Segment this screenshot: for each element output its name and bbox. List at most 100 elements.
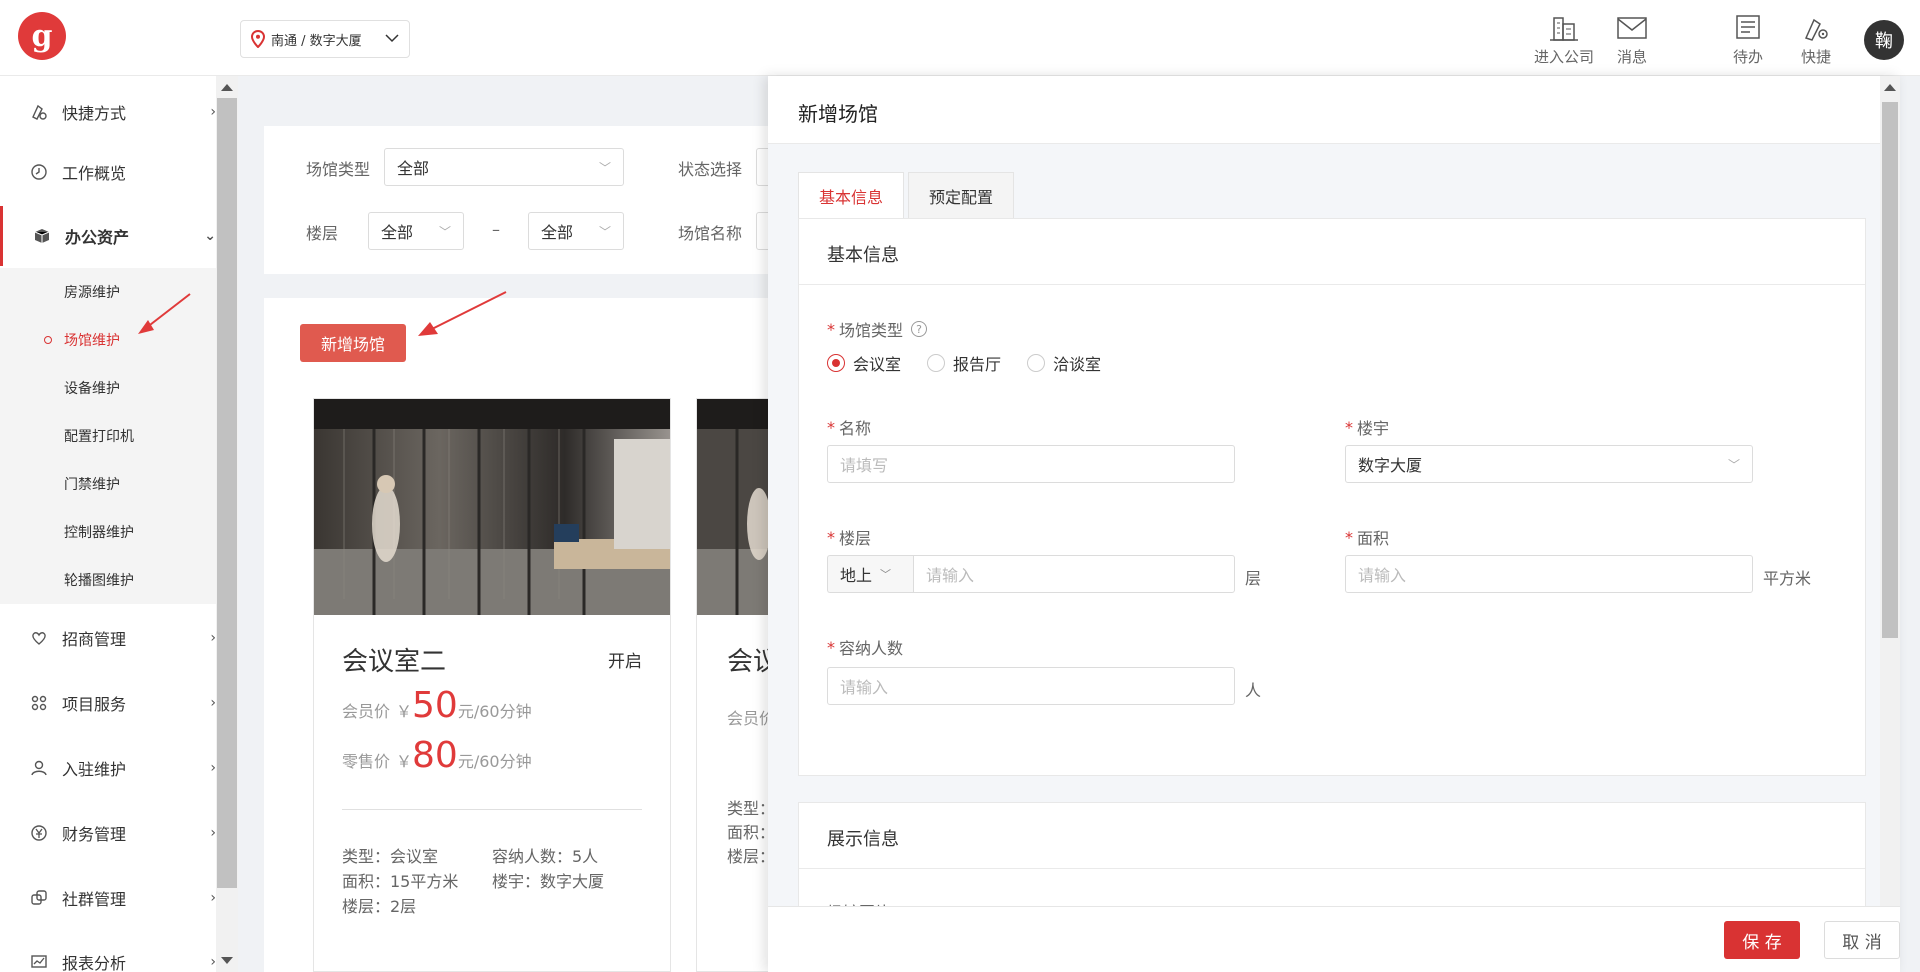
sidebar-item-reports[interactable]: 报表分析 › [0,932,216,972]
sidebar-item-office-assets[interactable]: 办公资产 ⌄ [0,206,216,266]
venue-type-filter-select[interactable]: 全部 ﹀ [384,148,624,186]
venue-area: 面积：15平方米 [342,872,459,891]
venue-building: 楼宇：数字大厦 [492,872,605,891]
location-pin-icon [251,30,265,48]
shortcut-button[interactable]: 快捷 [1800,14,1832,67]
select-value: 全部 [397,159,430,178]
top-header: g 南通 / 数字大厦 进入公司 消息 待办 快捷 鞠 [0,0,1920,76]
shortcut-label: 快捷 [1800,48,1831,66]
scroll-up-arrow-icon[interactable] [221,84,233,91]
submenu-item-carousel[interactable]: 轮播图维护 [0,556,216,604]
field-label-text: 场馆类型 [839,321,904,340]
submenu-item-printer[interactable]: 配置打印机 [0,412,216,460]
name-input[interactable]: 请填写 [827,445,1235,483]
add-venue-drawer: 新增场馆 基本信息 预定配置 基本信息 * 场馆类型 ? 会议室 报告厅 洽谈室… [768,76,1900,972]
drawer-tabs: 基本信息 预定配置 [798,172,1015,218]
app-logo[interactable]: g [18,12,66,60]
price-unit: 元/60分钟 [457,752,532,771]
radio-circle-icon [827,354,845,372]
box-icon [33,227,51,245]
messages-button[interactable]: 消息 [1616,14,1648,67]
todo-button[interactable]: 待办 [1732,14,1764,67]
floor-range-dash: – [492,220,500,239]
floor-filter-label: 楼层 [306,224,339,243]
cancel-button[interactable]: 取 消 [1824,921,1900,959]
add-venue-button[interactable]: 新增场馆 [300,324,406,362]
venue-type-label: * 场馆类型 ? [827,317,928,341]
sidebar-item-shortcuts[interactable]: 快捷方式 › [0,82,216,142]
building-select[interactable]: 数字大厦 ﹀ [1345,445,1753,483]
annotation-arrow-icon [138,293,191,334]
sidebar-scrollbar[interactable] [216,76,238,972]
scrollbar-thumb[interactable] [217,98,237,888]
submenu-label: 设备维护 [64,381,120,397]
save-button[interactable]: 保 存 [1724,921,1800,959]
venue-type-filter-label: 场馆类型 [306,160,371,179]
submenu-label: 房源维护 [64,285,120,301]
radio-label: 洽谈室 [1053,355,1102,374]
required-asterisk: * [827,637,835,657]
submenu-item-device[interactable]: 设备维护 [0,364,216,412]
drawer-scrollbar[interactable] [1880,76,1900,906]
radio-meeting-room[interactable]: 会议室 [827,351,901,375]
mail-icon [1617,17,1647,39]
location-text: 南通 / 数字大厦 [271,33,362,49]
enter-company-label: 进入公司 [1534,48,1595,66]
user-icon [30,759,48,777]
heart-icon [30,629,48,647]
help-icon[interactable]: ? [911,321,928,337]
floor-level-select[interactable]: 地上 ﹀ [827,555,913,593]
required-asterisk: * [827,527,835,547]
capacity-input[interactable]: 请输入 [827,667,1235,705]
sidebar-item-label: 报表分析 [62,954,127,972]
sidebar-item-community[interactable]: 社群管理 › [0,868,216,928]
venue-name: 会议室二 [342,647,447,677]
venue-photo [314,399,670,615]
venue-status: 开启 [608,652,642,672]
submenu-item-access[interactable]: 门禁维护 [0,460,216,508]
submenu-label: 场馆维护 [64,333,120,349]
chevron-down-icon: ﹀ [598,160,611,175]
sidebar-item-tenant[interactable]: 入驻维护 › [0,738,216,798]
scroll-down-arrow-icon[interactable] [221,957,233,964]
radio-circle-icon [927,354,946,372]
chevron-down-icon: ﹀ [598,224,611,239]
money-icon [30,824,48,842]
location-selector[interactable]: 南通 / 数字大厦 [240,20,410,58]
scroll-up-arrow-icon[interactable] [1884,84,1896,91]
drawer-title: 新增场馆 [768,76,1900,144]
sidebar-item-finance[interactable]: 财务管理 › [0,803,216,863]
card-divider [342,809,642,810]
floor-to-select[interactable]: 全部 ﹀ [528,212,624,250]
capacity-suffix: 人 [1245,681,1262,700]
retail-price-value: 80 [412,735,458,776]
required-asterisk: * [827,319,835,339]
area-suffix: 平方米 [1763,569,1812,588]
radio-auditorium[interactable]: 报告厅 [927,351,1001,375]
venue-card[interactable]: 会议室二 开启 会员价 ￥ 50 元/60分钟 零售价 ￥ 80 元/60分钟 … [313,398,671,972]
tab-basic-info[interactable]: 基本信息 [798,172,905,218]
chevron-down-icon [385,32,399,47]
retail-price: 零售价 ￥ 80 元/60分钟 [342,735,532,776]
area-input[interactable]: 请输入 [1345,555,1753,593]
sidebar-item-label: 工作概览 [62,164,127,183]
sidebar-item-label: 项目服务 [62,695,127,714]
tab-booking-config[interactable]: 预定配置 [908,172,1015,218]
scrollbar-thumb[interactable] [1882,102,1898,638]
venue-name-filter-label: 场馆名称 [678,224,743,243]
user-avatar[interactable]: 鞠 [1864,20,1904,60]
enter-company-button[interactable]: 进入公司 [1534,14,1594,67]
submenu-label: 配置打印机 [64,429,134,445]
radio-negotiation-room[interactable]: 洽谈室 [1027,351,1101,375]
sidebar-item-label: 社群管理 [62,890,127,909]
floor-from-select[interactable]: 全部 ﹀ [368,212,464,250]
sidebar-item-project-service[interactable]: 项目服务 › [0,673,216,733]
floor-label: * 楼层 [827,525,871,549]
select-value: 全部 [541,223,574,242]
field-label-text: 容纳人数 [839,639,904,658]
currency-symbol: ￥ [396,702,413,721]
floor-input[interactable]: 请输入 [913,555,1235,593]
sidebar-item-investment[interactable]: 招商管理 › [0,608,216,668]
sidebar-item-overview[interactable]: 工作概览 [0,142,216,202]
submenu-item-controller[interactable]: 控制器维护 [0,508,216,556]
